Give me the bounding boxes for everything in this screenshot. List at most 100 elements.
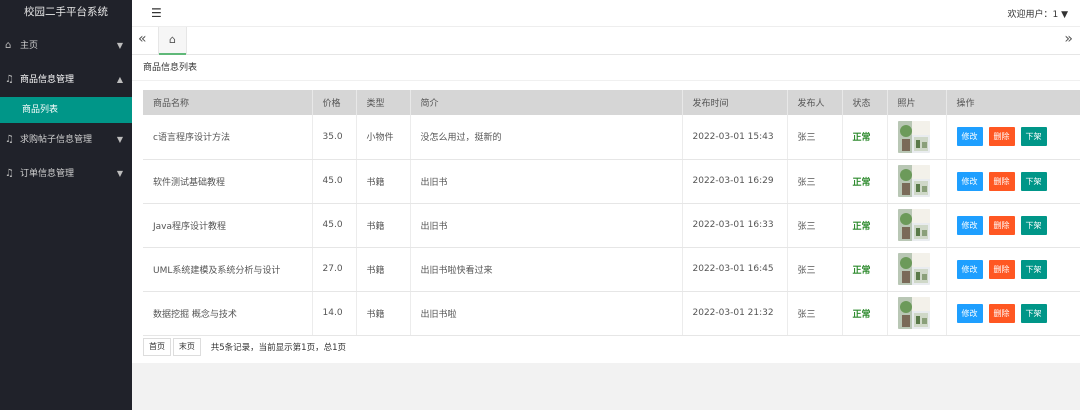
cell-time: 2022-03-01 21:32 [682, 291, 788, 336]
product-photo[interactable] [897, 120, 930, 153]
cell-actions: 修改 删除 下架 [946, 115, 1080, 160]
home-icon: ⌂ [169, 33, 176, 46]
product-photo[interactable] [897, 297, 930, 329]
col-header-price: 价格 [312, 90, 357, 115]
first-page-button[interactable]: 首页 [143, 338, 171, 356]
table-header-row: 商品名称 价格 类型 简介 发布时间 发布人 状态 照片 操作 [143, 90, 1080, 115]
cell-name: UML系统建模及系统分析与设计 [143, 247, 313, 292]
cell-name: 数据挖掘 概念与技术 [143, 291, 313, 336]
home-icon: ⌂ [5, 40, 12, 51]
table-row: Java程序设计教程 45.0 书籍 出旧书 2022-03-01 16:33 张三 正常 修… [143, 203, 1080, 248]
sidebar-item-orders[interactable]: ♫ 订单信息管理 ▼ [0, 157, 132, 191]
col-header-name: 商品名称 [143, 90, 313, 115]
col-header-type: 类型 [356, 90, 411, 115]
tab-scroll-left-icon[interactable]: « [138, 31, 147, 47]
top-header: ☰ 欢迎用户：1 ▼ [132, 0, 1080, 27]
cell-type: 书籍 [356, 247, 411, 292]
tab-bar: « ⌂ » [132, 27, 1080, 55]
cell-name: c语言程序设计方法 [143, 115, 313, 160]
sidebar-item-label: 商品信息管理 [20, 75, 75, 85]
col-header-user: 发布人 [787, 90, 843, 115]
col-header-time: 发布时间 [682, 90, 788, 115]
cell-desc: 出旧书 [410, 159, 683, 204]
cell-time: 2022-03-01 16:29 [682, 159, 788, 204]
edit-button[interactable]: 修改 [956, 303, 983, 323]
col-header-actions: 操作 [946, 90, 1080, 115]
sidebar-item-label: 求购帖子信息管理 [20, 135, 93, 145]
product-photo[interactable] [897, 209, 930, 241]
cell-photo [887, 291, 947, 336]
user-menu[interactable]: 欢迎用户：1 ▼ [1007, 7, 1068, 20]
cell-photo [887, 203, 947, 248]
product-photo[interactable] [897, 165, 930, 197]
app-title: 校园二手平台系统 [0, 0, 132, 26]
bell-icon: ♫ [5, 168, 14, 179]
cell-status: 正常 [842, 159, 888, 204]
cell-status: 正常 [842, 115, 888, 160]
cell-desc: 出旧书 [410, 203, 683, 248]
sidebar-item-wanted-posts[interactable]: ♫ 求购帖子信息管理 ▼ [0, 123, 132, 157]
table-row: UML系统建模及系统分析与设计 27.0 书籍 出旧书啦快看过来 2022-03-01 … [143, 247, 1080, 292]
cell-desc: 没怎么用过，挺新的 [410, 115, 683, 160]
chevron-down-icon: ▼ [116, 169, 123, 178]
cell-photo [887, 159, 947, 204]
cell-photo [887, 247, 947, 292]
edit-button[interactable]: 修改 [956, 215, 983, 235]
cell-name: 软件测试基础教程 [143, 159, 313, 204]
sidebar-subitem-goods-list[interactable]: 商品列表 [0, 97, 132, 123]
take-down-button[interactable]: 下架 [1020, 259, 1047, 279]
sidebar-item-goods-management[interactable]: ♫ 商品信息管理 ▲ [0, 63, 132, 97]
cell-time: 2022-03-01 15:43 [682, 115, 788, 160]
cell-status: 正常 [842, 203, 888, 248]
cell-name: Java程序设计教程 [143, 203, 313, 248]
sidebar-item-home[interactable]: ⌂ 主页 ▼ [0, 29, 132, 63]
table-row: 数据挖掘 概念与技术 14.0 书籍 出旧书啦 2022-03-01 21:32 张三 正常… [143, 291, 1080, 336]
bell-icon: ♫ [5, 134, 14, 145]
cell-actions: 修改 删除 下架 [946, 291, 1080, 336]
delete-button[interactable]: 删除 [988, 171, 1015, 191]
pagination-info: 共5条记录，当前显示第1页，总1页 [210, 343, 346, 353]
chevron-down-icon: ▼ [116, 135, 123, 144]
goods-table: 商品名称 价格 类型 简介 发布时间 发布人 状态 照片 操作 c语言程序设计方… [143, 90, 1080, 336]
sidebar-nav: ⌂ 主页 ▼ ♫ 商品信息管理 ▲ 商品列表 ♫ 求购帖子信息管理 ▼ ♫ 订单… [0, 29, 132, 191]
cell-status: 正常 [842, 291, 888, 336]
welcome-text: 欢迎用户：1 [1007, 10, 1059, 20]
page-title: 商品信息列表 [132, 55, 1080, 81]
content-card: 商品信息列表 商品名称 价格 类型 简介 发布时间 发布人 状态 照片 操作 c… [132, 55, 1080, 363]
cell-user: 张三 [787, 203, 843, 248]
cell-price: 45.0 [312, 203, 357, 248]
cell-type: 书籍 [356, 291, 411, 336]
cell-user: 张三 [787, 247, 843, 292]
table-row: c语言程序设计方法 35.0 小物件 没怎么用过，挺新的 2022-03-01 15:4… [143, 115, 1080, 160]
take-down-button[interactable]: 下架 [1020, 127, 1047, 147]
take-down-button[interactable]: 下架 [1020, 303, 1047, 323]
product-photo[interactable] [897, 253, 930, 285]
take-down-button[interactable]: 下架 [1020, 171, 1047, 191]
tab-home[interactable]: ⌂ [158, 27, 187, 55]
edit-button[interactable]: 修改 [956, 171, 983, 191]
menu-toggle-icon[interactable]: ☰ [151, 6, 162, 20]
cell-desc: 出旧书啦快看过来 [410, 247, 683, 292]
cell-price: 27.0 [312, 247, 357, 292]
delete-button[interactable]: 删除 [988, 303, 1015, 323]
take-down-button[interactable]: 下架 [1020, 215, 1047, 235]
sidebar-item-label: 订单信息管理 [20, 169, 75, 179]
cell-price: 35.0 [312, 115, 357, 160]
edit-button[interactable]: 修改 [956, 259, 983, 279]
cell-type: 小物件 [356, 115, 411, 160]
delete-button[interactable]: 删除 [988, 127, 1015, 147]
col-header-photo: 照片 [887, 90, 947, 115]
cell-time: 2022-03-01 16:33 [682, 203, 788, 248]
cell-user: 张三 [787, 291, 843, 336]
caret-down-icon: ▼ [1061, 10, 1068, 20]
chevron-down-icon: ▼ [116, 41, 123, 50]
cell-type: 书籍 [356, 159, 411, 204]
tab-scroll-right-icon[interactable]: » [1064, 31, 1073, 47]
col-header-status: 状态 [842, 90, 888, 115]
last-page-button[interactable]: 末页 [172, 338, 201, 356]
edit-button[interactable]: 修改 [956, 127, 983, 147]
delete-button[interactable]: 删除 [988, 259, 1015, 279]
delete-button[interactable]: 删除 [988, 215, 1015, 235]
cell-desc: 出旧书啦 [410, 291, 683, 336]
cell-price: 45.0 [312, 159, 357, 204]
